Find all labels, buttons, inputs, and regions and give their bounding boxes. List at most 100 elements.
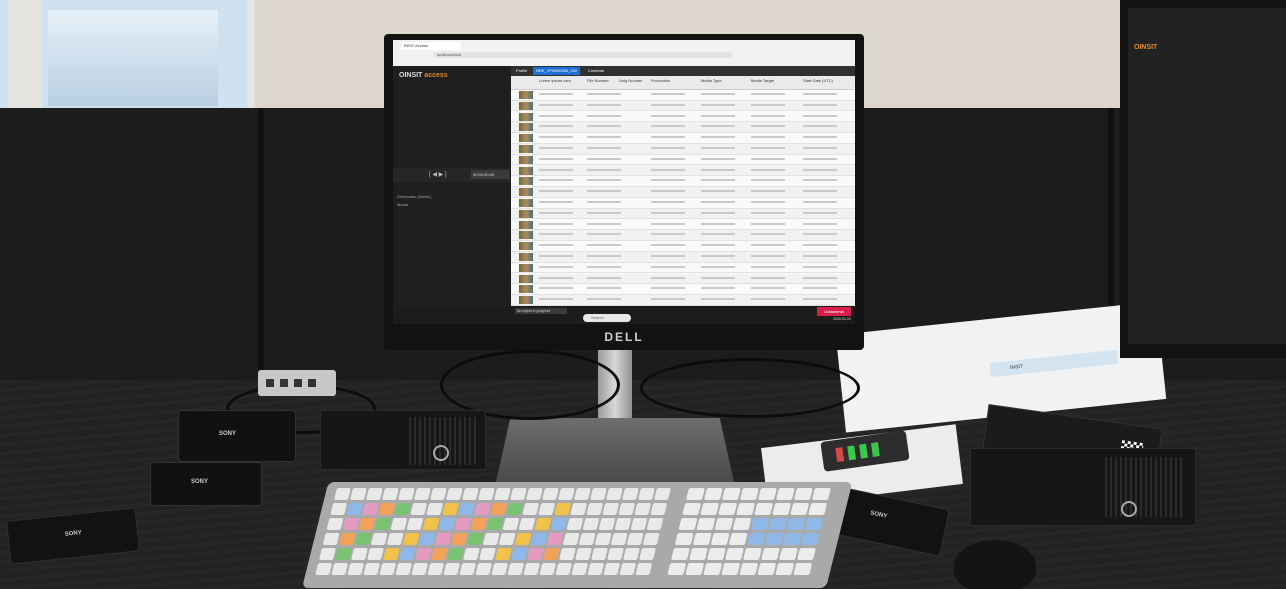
keyboard-key[interactable] xyxy=(541,488,559,500)
keyboard-key[interactable] xyxy=(582,518,600,530)
keyboard-key[interactable] xyxy=(426,503,444,515)
table-row[interactable] xyxy=(511,230,855,241)
keyboard-key[interactable] xyxy=(477,488,495,500)
tab-profile[interactable]: Profile xyxy=(513,67,530,75)
keyboard-key[interactable] xyxy=(509,488,527,500)
keyboard-key[interactable] xyxy=(630,518,648,530)
address-bar[interactable]: localhost/insit xyxy=(433,52,733,58)
keyboard-key[interactable] xyxy=(430,548,448,560)
table-row[interactable] xyxy=(511,284,855,295)
keyboard-key[interactable] xyxy=(466,533,484,545)
keyboard-key[interactable] xyxy=(757,488,777,500)
keyboard-key[interactable] xyxy=(347,563,365,575)
keyboard-key[interactable] xyxy=(721,563,741,575)
keyboard-key[interactable] xyxy=(557,488,575,500)
keyboard-key[interactable] xyxy=(434,533,452,545)
keyboard-key[interactable] xyxy=(486,518,504,530)
keyboard-key[interactable] xyxy=(538,503,556,515)
tab-project[interactable]: NRK_VPN000000_002 xyxy=(533,67,581,75)
taskbar-search[interactable]: Search xyxy=(583,314,631,322)
keyboard-key[interactable] xyxy=(414,548,432,560)
keyboard-key[interactable] xyxy=(379,563,397,575)
keyboard-key[interactable] xyxy=(703,563,723,575)
keyboard-key[interactable] xyxy=(534,518,552,530)
keyboard-key[interactable] xyxy=(450,533,468,545)
sidebar-label-media[interactable]: Media xyxy=(397,202,408,207)
keyboard-key[interactable] xyxy=(710,533,730,545)
keyboard-key[interactable] xyxy=(462,548,480,560)
browser-tab[interactable]: INSIT Access xyxy=(401,42,461,50)
keyboard-key[interactable] xyxy=(590,548,608,560)
keyboard-key[interactable] xyxy=(775,563,795,575)
keyboard-key[interactable] xyxy=(330,503,348,515)
keyboard-key[interactable] xyxy=(646,518,664,530)
keyboard-key[interactable] xyxy=(703,488,723,500)
keyboard-key[interactable] xyxy=(382,548,400,560)
keyboard-key[interactable] xyxy=(397,488,415,500)
keyboard-key[interactable] xyxy=(491,563,509,575)
keyboard-key[interactable] xyxy=(422,518,440,530)
keyboard-key[interactable] xyxy=(458,503,476,515)
keyboard-key[interactable] xyxy=(674,533,694,545)
keyboard-key[interactable] xyxy=(398,548,416,560)
keyboard-key[interactable] xyxy=(510,548,528,560)
keyboard-key[interactable] xyxy=(394,503,412,515)
keyboard-key[interactable] xyxy=(793,488,813,500)
keyboard-key[interactable] xyxy=(688,548,708,560)
keyboard-key[interactable] xyxy=(402,533,420,545)
keyboard-key[interactable] xyxy=(530,533,548,545)
table-row[interactable] xyxy=(511,295,855,306)
keyboard-key[interactable] xyxy=(587,563,605,575)
keyboard-key[interactable] xyxy=(622,548,640,560)
table-row[interactable] xyxy=(511,187,855,198)
keyboard-key[interactable] xyxy=(546,533,564,545)
keyboard-key[interactable] xyxy=(621,488,639,500)
keyboard-key[interactable] xyxy=(461,488,479,500)
keyboard-key[interactable] xyxy=(570,503,588,515)
keyboard-key[interactable] xyxy=(578,533,596,545)
keyboard-key[interactable] xyxy=(670,548,690,560)
keyboard-key[interactable] xyxy=(474,503,492,515)
keyboard-key[interactable] xyxy=(619,563,637,575)
keyboard-key[interactable] xyxy=(700,503,720,515)
keyboard-key[interactable] xyxy=(721,488,741,500)
keyboard-key[interactable] xyxy=(800,533,820,545)
keyboard-key[interactable] xyxy=(322,533,340,545)
keyboard-key[interactable] xyxy=(653,488,671,500)
keyboard-key[interactable] xyxy=(331,563,349,575)
keyboard-key[interactable] xyxy=(764,533,784,545)
keyboard-key[interactable] xyxy=(410,503,428,515)
keyboard-key[interactable] xyxy=(475,563,493,575)
keyboard-key[interactable] xyxy=(362,503,380,515)
keyboard-key[interactable] xyxy=(714,518,734,530)
keyboard-key[interactable] xyxy=(522,503,540,515)
keyboard-key[interactable] xyxy=(650,503,668,515)
keyboard-key[interactable] xyxy=(728,533,748,545)
keyboard-key[interactable] xyxy=(523,563,541,575)
keyboard-key[interactable] xyxy=(667,563,687,575)
keyboard-key[interactable] xyxy=(692,533,712,545)
keyboard-key[interactable] xyxy=(775,488,795,500)
keyboard-key[interactable] xyxy=(634,503,652,515)
keyboard-key[interactable] xyxy=(539,563,557,575)
keyboard-key[interactable] xyxy=(678,518,698,530)
keyboard-key[interactable] xyxy=(718,503,738,515)
keyboard-key[interactable] xyxy=(366,548,384,560)
keyboard-key[interactable] xyxy=(754,503,774,515)
keyboard-key[interactable] xyxy=(411,563,429,575)
keyboard-key[interactable] xyxy=(490,503,508,515)
keyboard-key[interactable] xyxy=(778,548,798,560)
keyboard-key[interactable] xyxy=(406,518,424,530)
column-header[interactable]: Media Target xyxy=(751,78,774,83)
keyboard-key[interactable] xyxy=(365,488,383,500)
keyboard-key[interactable] xyxy=(796,548,816,560)
column-header[interactable]: Start Date (UTC) xyxy=(803,78,833,83)
keyboard-key[interactable] xyxy=(746,533,766,545)
keyboard-key[interactable] xyxy=(478,548,496,560)
keyboard-key[interactable] xyxy=(445,488,463,500)
keyboard-key[interactable] xyxy=(772,503,792,515)
keyboard-key[interactable] xyxy=(706,548,726,560)
keyboard-key[interactable] xyxy=(502,518,520,530)
keyboard-key[interactable] xyxy=(443,563,461,575)
keyboard-key[interactable] xyxy=(682,503,702,515)
